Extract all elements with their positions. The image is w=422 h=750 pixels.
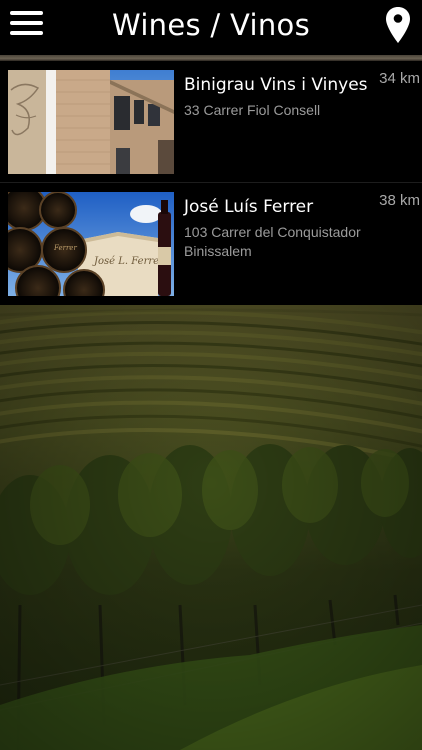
- winery-address: 103 Carrer del Conquistador Binissalem: [184, 224, 361, 259]
- winery-distance: 38 km: [379, 192, 420, 209]
- header-divider: [0, 55, 422, 61]
- winery-address: 33 Carrer Fiol Consell: [184, 102, 321, 118]
- app-header: Wines / Vinos: [0, 0, 422, 55]
- list-item-binigrau[interactable]: Binigrau Vins i Vinyes 33 Carrer Fiol Co…: [0, 61, 422, 183]
- map-pin-icon: [386, 7, 410, 43]
- list-item-jose-luis-ferrer[interactable]: José L. Ferrer Ferrer José Luís Ferrer 1…: [0, 183, 422, 305]
- winery-name: José Luís Ferrer: [184, 197, 314, 217]
- svg-text:Ferrer: Ferrer: [53, 244, 77, 252]
- vineyard-background-image: [0, 305, 422, 750]
- svg-text:José L. Ferrer: José L. Ferrer: [92, 256, 165, 267]
- location-button[interactable]: [385, 6, 411, 44]
- winery-name: Binigrau Vins i Vinyes: [184, 75, 368, 95]
- page-title: Wines / Vinos: [111, 8, 311, 42]
- winery-thumbnail: José L. Ferrer Ferrer: [8, 192, 174, 296]
- winery-list: Binigrau Vins i Vinyes 33 Carrer Fiol Co…: [0, 61, 422, 305]
- winery-thumbnail: [8, 70, 174, 174]
- winery-distance: 34 km: [379, 70, 420, 87]
